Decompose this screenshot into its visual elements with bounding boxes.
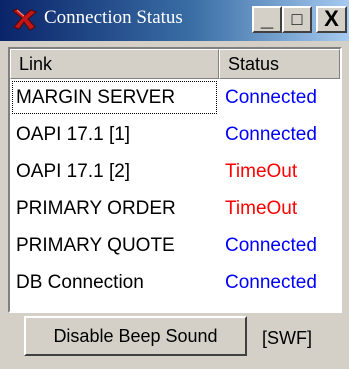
status-cell: TimeOut [225,161,298,182]
link-cell: MARGIN SERVER [10,79,219,116]
connection-status-window: Connection Status _ □ X Link Status MARG… [0,0,349,369]
link-cell: OAPI 17.1 [1] [16,124,131,145]
table-row[interactable]: PRIMARY QUOTE Connected [10,227,340,264]
status-cell: Connected [225,272,317,293]
link-cell: PRIMARY ORDER [16,198,176,219]
title-bar[interactable]: Connection Status _ □ X [0,0,349,41]
table-row[interactable]: OAPI 17.1 [2] TimeOut [10,153,340,190]
column-header-status[interactable]: Status [219,49,340,79]
close-icon: X [324,6,339,31]
minimize-button[interactable]: _ [252,6,282,33]
table-row[interactable]: OAPI 17.1 [1] Connected [10,116,340,153]
minimize-icon: _ [260,6,274,31]
table-row[interactable]: DB Connection Connected [10,264,340,301]
status-cell: Connected [225,87,317,108]
link-cell: PRIMARY QUOTE [16,235,175,256]
link-cell: DB Connection [16,272,144,293]
mode-label: [SWF] [262,328,312,348]
column-header-link[interactable]: Link [10,49,219,79]
table-row[interactable]: MARGIN SERVER Connected [10,79,340,116]
window-title: Connection Status [44,7,183,28]
disable-beep-sound-button[interactable]: Disable Beep Sound [24,316,247,356]
status-cell: Connected [225,235,317,256]
status-cell: TimeOut [225,198,298,219]
maximize-button[interactable]: □ [282,6,312,33]
close-button[interactable]: X [316,6,347,33]
red-x-app-icon[interactable] [10,7,38,33]
connection-table[interactable]: Link Status MARGIN SERVER Connected OAPI… [8,47,342,313]
link-cell: OAPI 17.1 [2] [16,161,131,182]
maximize-icon: □ [291,9,303,29]
table-row[interactable]: PRIMARY ORDER TimeOut [10,190,340,227]
table-header: Link Status [10,49,340,79]
status-cell: Connected [225,124,317,145]
